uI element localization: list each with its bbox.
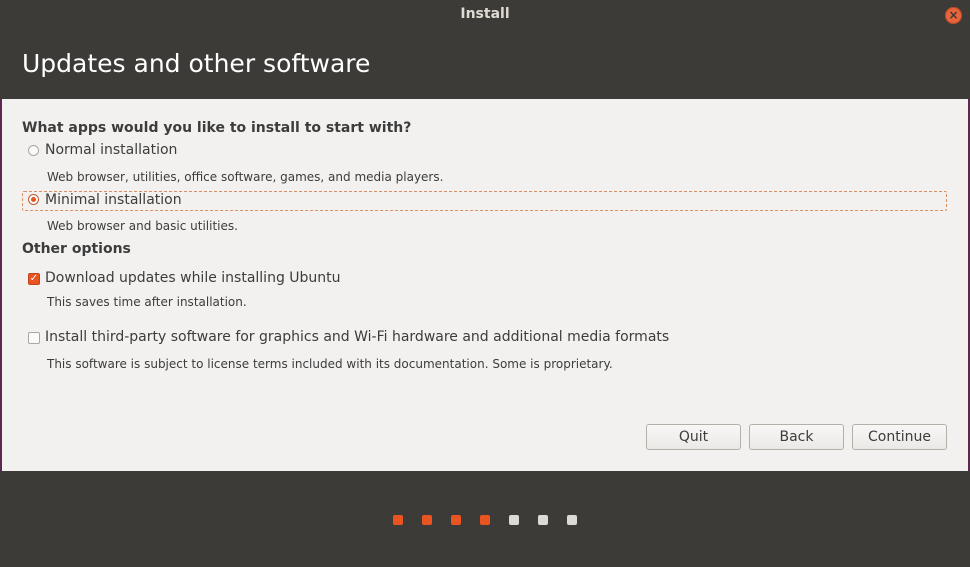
third-party-description: This software is subject to license term… [47, 357, 613, 371]
radio-checked-icon[interactable] [28, 194, 39, 205]
title-bar: Install × [0, 0, 970, 30]
content-panel: What apps would you like to install to s… [2, 99, 968, 471]
normal-installation-label[interactable]: Normal installation [45, 142, 177, 158]
window-title: Install [460, 6, 510, 22]
progress-dot [393, 515, 403, 525]
page-header: Updates and other software [0, 30, 970, 99]
radio-unchecked-icon[interactable] [28, 145, 39, 156]
download-updates-label[interactable]: Download updates while installing Ubuntu [45, 270, 341, 286]
normal-installation-radio[interactable]: Normal installation [22, 142, 422, 162]
progress-dot [422, 515, 432, 525]
normal-installation-description: Web browser, utilities, office software,… [47, 170, 444, 184]
progress-dot [538, 515, 548, 525]
progress-dot [567, 515, 577, 525]
back-button[interactable]: Back [749, 424, 844, 450]
progress-dot [480, 515, 490, 525]
minimal-installation-description: Web browser and basic utilities. [47, 219, 238, 233]
installer-window: Install × Updates and other software Wha… [0, 0, 970, 567]
page-title: Updates and other software [22, 49, 371, 78]
download-updates-description: This saves time after installation. [47, 295, 247, 309]
quit-button[interactable]: Quit [646, 424, 741, 450]
other-options-heading: Other options [22, 241, 131, 257]
checkbox-unchecked-icon[interactable] [28, 332, 40, 344]
download-updates-checkbox[interactable]: ✓ Download updates while installing Ubun… [22, 270, 422, 290]
close-icon[interactable]: × [945, 7, 962, 24]
progress-footer [0, 471, 970, 567]
third-party-checkbox[interactable]: Install third-party software for graphic… [22, 329, 722, 349]
progress-dot [509, 515, 519, 525]
install-type-heading: What apps would you like to install to s… [22, 120, 412, 136]
checkbox-checked-icon[interactable]: ✓ [28, 273, 40, 285]
continue-button[interactable]: Continue [852, 424, 947, 450]
progress-dot [451, 515, 461, 525]
third-party-label[interactable]: Install third-party software for graphic… [45, 329, 669, 345]
minimal-installation-label[interactable]: Minimal installation [45, 192, 182, 208]
minimal-installation-radio[interactable]: Minimal installation [22, 191, 947, 211]
